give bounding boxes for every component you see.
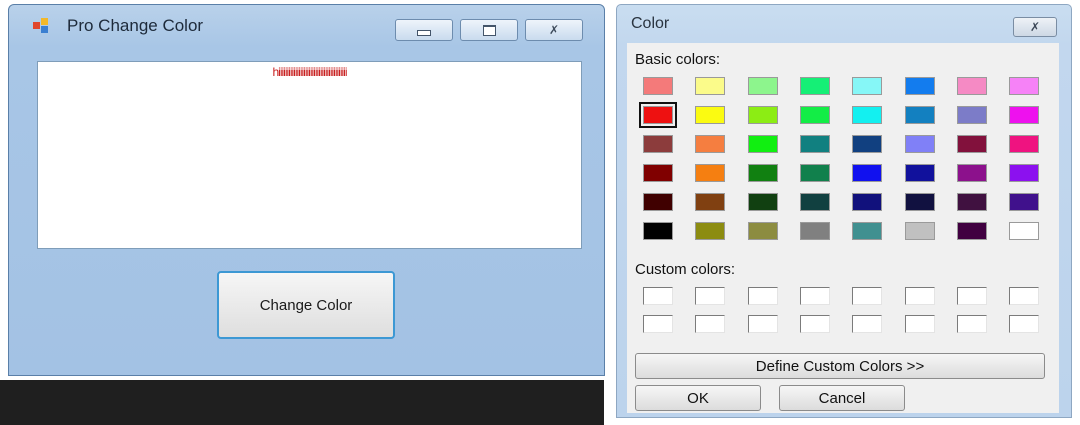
basic-color-swatch[interactable] <box>1009 164 1040 182</box>
custom-color-slot[interactable] <box>904 315 935 333</box>
define-custom-colors-button[interactable]: Define Custom Colors >> <box>635 353 1045 379</box>
basic-color-swatch[interactable] <box>956 193 987 211</box>
basic-color-swatch[interactable] <box>695 77 726 95</box>
basic-color-swatch[interactable] <box>852 193 883 211</box>
background-taskbar-strip <box>0 380 604 425</box>
maximize-button[interactable] <box>460 19 518 41</box>
ok-button[interactable]: OK <box>635 385 761 411</box>
custom-colors-label: Custom colors: <box>635 261 736 278</box>
custom-color-slot[interactable] <box>1009 315 1040 333</box>
custom-color-slot[interactable] <box>956 287 987 305</box>
basic-color-swatch[interactable] <box>639 102 677 128</box>
dialog-body: Basic colors: Custom colors: Define Cust… <box>627 43 1059 413</box>
close-button[interactable]: ✗ <box>525 19 583 41</box>
basic-color-swatch[interactable] <box>799 193 830 211</box>
basic-color-swatch[interactable] <box>747 164 778 182</box>
basic-color-swatch[interactable] <box>904 193 935 211</box>
custom-color-slot[interactable] <box>956 315 987 333</box>
custom-color-slot[interactable] <box>852 287 883 305</box>
basic-color-swatch[interactable] <box>695 106 726 124</box>
app-icon <box>33 18 49 34</box>
basic-colors-label: Basic colors: <box>635 51 721 68</box>
basic-color-swatch[interactable] <box>1009 77 1040 95</box>
basic-color-swatch[interactable] <box>695 193 726 211</box>
basic-color-swatch[interactable] <box>695 135 726 153</box>
minimize-button[interactable] <box>395 19 453 41</box>
basic-color-swatch[interactable] <box>852 222 883 240</box>
minimize-icon <box>417 30 431 36</box>
basic-color-swatch[interactable] <box>643 135 673 153</box>
basic-color-swatch[interactable] <box>747 106 778 124</box>
dialog-close-button[interactable]: ✗ <box>1013 17 1057 37</box>
client-panel: hiiiiiiiiiiiiiiiiiiiiiiiiiiiiiiiiiiiiiii… <box>37 61 582 249</box>
custom-color-slot[interactable] <box>747 315 778 333</box>
custom-color-slot[interactable] <box>695 287 726 305</box>
basic-color-swatch[interactable] <box>643 77 673 95</box>
basic-color-swatch[interactable] <box>747 193 778 211</box>
color-dialog: Color ✗ Basic colors: Custom colors: Def… <box>616 4 1072 418</box>
close-icon: ✗ <box>548 23 560 37</box>
dialog-title: Color <box>631 15 670 32</box>
basic-color-swatch[interactable] <box>799 135 830 153</box>
basic-color-swatch[interactable] <box>956 164 987 182</box>
custom-color-slot[interactable] <box>747 287 778 305</box>
basic-color-swatch[interactable] <box>852 106 883 124</box>
custom-color-slot[interactable] <box>695 315 726 333</box>
basic-color-swatch[interactable] <box>1009 193 1040 211</box>
client-text: hiiiiiiiiiiiiiiiiiiiiiiiiiiiiiiiiiiiiiii… <box>272 65 348 79</box>
basic-color-swatch[interactable] <box>747 222 778 240</box>
basic-color-swatch[interactable] <box>904 164 935 182</box>
basic-color-swatch[interactable] <box>852 77 883 95</box>
basic-color-swatch[interactable] <box>852 135 883 153</box>
custom-color-slot[interactable] <box>799 287 830 305</box>
basic-color-swatch[interactable] <box>956 106 987 124</box>
basic-color-swatch[interactable] <box>1009 135 1040 153</box>
maximize-icon <box>482 24 496 36</box>
basic-color-swatch[interactable] <box>904 135 935 153</box>
basic-color-swatch[interactable] <box>799 164 830 182</box>
basic-color-swatch[interactable] <box>747 135 778 153</box>
basic-color-swatch[interactable] <box>852 164 883 182</box>
basic-color-swatch[interactable] <box>956 135 987 153</box>
basic-color-swatch[interactable] <box>643 222 673 240</box>
basic-color-swatch[interactable] <box>904 77 935 95</box>
basic-color-swatch[interactable] <box>643 164 673 182</box>
basic-color-swatch[interactable] <box>747 77 778 95</box>
basic-color-swatch[interactable] <box>956 77 987 95</box>
basic-color-swatch[interactable] <box>695 164 726 182</box>
change-color-button[interactable]: Change Color <box>217 271 395 339</box>
custom-color-slot[interactable] <box>852 315 883 333</box>
basic-color-swatch[interactable] <box>904 106 935 124</box>
cancel-button[interactable]: Cancel <box>779 385 905 411</box>
custom-color-slot[interactable] <box>643 315 673 333</box>
custom-color-slot[interactable] <box>643 287 673 305</box>
basic-color-swatch[interactable] <box>695 222 726 240</box>
custom-color-slot[interactable] <box>1009 287 1040 305</box>
main-window: Pro Change Color ✗ hiiiiiiiiiiiiiiiiiiii… <box>8 4 605 376</box>
basic-color-swatch[interactable] <box>956 222 987 240</box>
close-icon: ✗ <box>1029 20 1041 34</box>
basic-color-swatch[interactable] <box>904 222 935 240</box>
basic-color-swatch[interactable] <box>799 222 830 240</box>
window-title: Pro Change Color <box>67 16 204 35</box>
basic-color-swatch[interactable] <box>799 77 830 95</box>
basic-color-swatch[interactable] <box>643 193 673 211</box>
basic-color-swatch[interactable] <box>1009 106 1040 124</box>
custom-color-slot[interactable] <box>799 315 830 333</box>
basic-color-swatch[interactable] <box>1009 222 1040 240</box>
basic-color-swatch[interactable] <box>799 106 830 124</box>
custom-color-slot[interactable] <box>904 287 935 305</box>
